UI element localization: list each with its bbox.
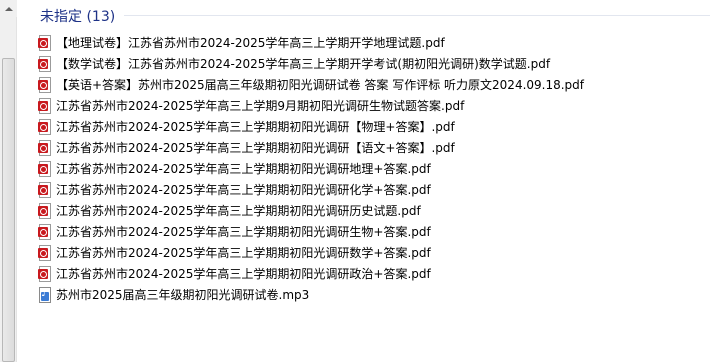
group-divider (124, 15, 710, 16)
file-item[interactable]: 【英语+答案】苏州市2025届高三年级期初阳光调研试卷 答案 写作评标 听力原文… (38, 74, 698, 95)
file-name: 【数学试卷】江苏省苏州市2024-2025学年高三上学期开学考试(期初阳光调研)… (56, 57, 551, 71)
file-item[interactable]: 江苏省苏州市2024-2025学年高三上学期期初阳光调研数学+答案.pdf (38, 242, 698, 263)
file-item[interactable]: 江苏省苏州市2024-2025学年高三上学期期初阳光调研历史试题.pdf (38, 200, 698, 221)
file-item[interactable]: 江苏省苏州市2024-2025学年高三上学期期初阳光调研生物+答案.pdf (38, 221, 698, 242)
pdf-icon (38, 139, 52, 156)
file-item[interactable]: 江苏省苏州市2024-2025学年高三上学期9月期初阳光调研生物试题答案.pdf (38, 95, 698, 116)
pdf-icon (38, 244, 52, 261)
pdf-icon (38, 55, 52, 72)
pdf-icon (38, 223, 52, 240)
file-name: 江苏省苏州市2024-2025学年高三上学期9月期初阳光调研生物试题答案.pdf (56, 99, 465, 113)
file-item[interactable]: 江苏省苏州市2024-2025学年高三上学期期初阳光调研政治+答案.pdf (38, 263, 698, 284)
file-name: 【英语+答案】苏州市2025届高三年级期初阳光调研试卷 答案 写作评标 听力原文… (56, 78, 585, 92)
file-name: 【地理试卷】江苏省苏州市2024-2025学年高三上学期开学地理试题.pdf (56, 36, 445, 50)
file-item[interactable]: 【数学试卷】江苏省苏州市2024-2025学年高三上学期开学考试(期初阳光调研)… (38, 53, 698, 74)
file-name: 江苏省苏州市2024-2025学年高三上学期期初阳光调研【物理+答案】.pdf (56, 120, 455, 134)
pdf-icon (38, 97, 52, 114)
pdf-icon (38, 160, 52, 177)
group-header[interactable]: 未指定 (13) (40, 5, 115, 27)
file-item[interactable]: 苏州市2025届高三年级期初阳光调研试卷.mp3 (38, 284, 698, 305)
file-item[interactable]: 【地理试卷】江苏省苏州市2024-2025学年高三上学期开学地理试题.pdf (38, 32, 698, 53)
pdf-icon (38, 202, 52, 219)
group-title: 未指定 (13) (40, 9, 116, 25)
explorer-window: 未指定 (13) 【地理试卷】江苏省苏州市2024-2025学年高三上学期开学地… (0, 0, 710, 362)
file-item[interactable]: 江苏省苏州市2024-2025学年高三上学期期初阳光调研【语文+答案】.pdf (38, 137, 698, 158)
pdf-icon (38, 76, 52, 93)
file-name: 江苏省苏州市2024-2025学年高三上学期期初阳光调研生物+答案.pdf (56, 225, 431, 239)
pdf-icon (38, 34, 52, 51)
scroll-thumb[interactable] (2, 58, 15, 362)
file-list: 【地理试卷】江苏省苏州市2024-2025学年高三上学期开学地理试题.pdf 【数… (38, 32, 698, 305)
file-name: 江苏省苏州市2024-2025学年高三上学期期初阳光调研历史试题.pdf (56, 204, 421, 218)
scroll-up-arrow-icon[interactable] (0, 0, 17, 17)
file-name: 苏州市2025届高三年级期初阳光调研试卷.mp3 (56, 288, 310, 302)
file-name: 江苏省苏州市2024-2025学年高三上学期期初阳光调研【语文+答案】.pdf (56, 141, 455, 155)
file-name: 江苏省苏州市2024-2025学年高三上学期期初阳光调研地理+答案.pdf (56, 162, 431, 176)
vertical-scrollbar[interactable] (0, 0, 17, 362)
file-item[interactable]: 江苏省苏州市2024-2025学年高三上学期期初阳光调研化学+答案.pdf (38, 179, 698, 200)
mp3-icon (38, 286, 52, 303)
file-item[interactable]: 江苏省苏州市2024-2025学年高三上学期期初阳光调研地理+答案.pdf (38, 158, 698, 179)
pdf-icon (38, 118, 52, 135)
file-name: 江苏省苏州市2024-2025学年高三上学期期初阳光调研政治+答案.pdf (56, 267, 431, 281)
file-name: 江苏省苏州市2024-2025学年高三上学期期初阳光调研数学+答案.pdf (56, 246, 431, 260)
pdf-icon (38, 265, 52, 282)
pdf-icon (38, 181, 52, 198)
file-item[interactable]: 江苏省苏州市2024-2025学年高三上学期期初阳光调研【物理+答案】.pdf (38, 116, 698, 137)
file-name: 江苏省苏州市2024-2025学年高三上学期期初阳光调研化学+答案.pdf (56, 183, 431, 197)
